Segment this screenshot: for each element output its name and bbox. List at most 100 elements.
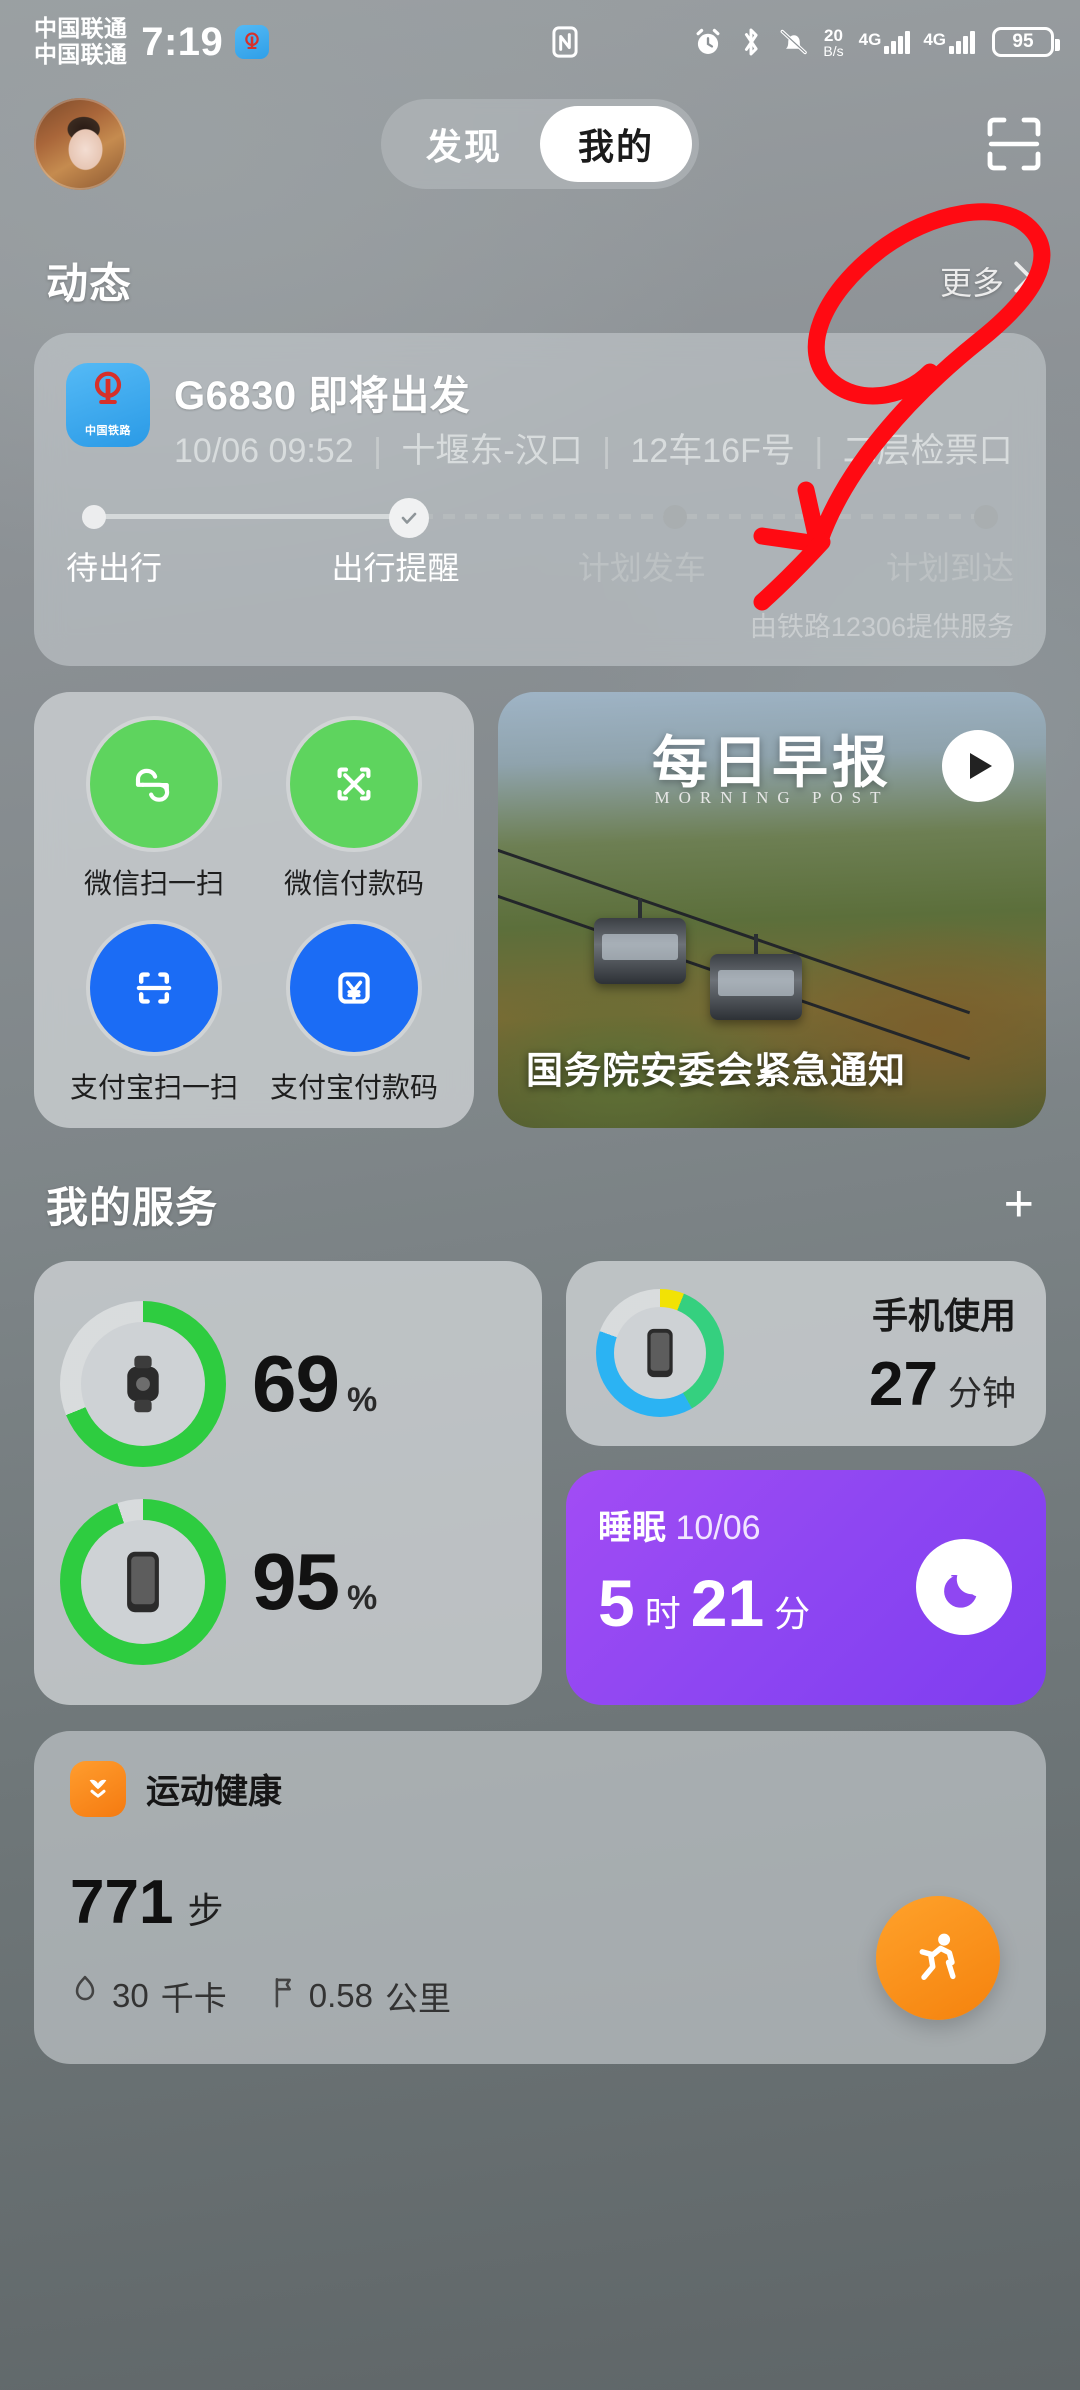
services-section-header: 我的服务 + — [34, 1174, 1046, 1235]
phone-usage-unit: 分钟 — [948, 1374, 1016, 1413]
alipay-scan-icon — [90, 923, 218, 1052]
sleep-moon-icon: z — [916, 1539, 1012, 1636]
cable-car — [594, 897, 686, 984]
status-bar-clock: 7:19 — [141, 19, 224, 64]
svg-text:z: z — [951, 1571, 958, 1586]
activity-more-button[interactable]: 更多 — [940, 258, 1034, 304]
alipay-payment-code-icon — [290, 923, 418, 1052]
sleep-hours: 5 — [598, 1565, 635, 1640]
tab-discover[interactable]: 发现 — [388, 106, 540, 182]
flag-icon — [271, 1975, 297, 2017]
timeline-dot-1 — [82, 504, 106, 529]
user-avatar[interactable] — [34, 98, 126, 190]
timeline-label-4: 计划到达 — [885, 549, 1014, 586]
activity-section-header: 动态 更多 — [0, 250, 1080, 311]
running-person-icon[interactable] — [876, 1895, 1000, 2020]
health-steps-unit: 步 — [187, 1889, 224, 1931]
train-datetime: 10/06 09:52 — [174, 432, 354, 470]
train-route: 十堰东-汉口 — [401, 432, 583, 470]
sleep-hours-unit: 时 — [644, 1592, 681, 1634]
timeline-label-1: 待出行 — [66, 549, 163, 586]
battery-indicator: 95 — [992, 27, 1060, 57]
play-icon[interactable] — [942, 729, 1014, 802]
shortcut-alipay-pay[interactable]: 支付宝付款码 — [254, 923, 454, 1106]
sleep-date: 10/06 — [675, 1508, 761, 1547]
bell-muted-icon — [778, 26, 810, 58]
timeline-label-2: 出行提醒 — [331, 549, 460, 586]
health-distance: 0.58 公里 — [271, 1972, 451, 2020]
shortcut-wechat-pay[interactable]: 微信付款码 — [254, 719, 454, 902]
railway-icon-caption: 中国铁路 — [85, 424, 131, 437]
activity-more-label: 更多 — [939, 264, 1004, 301]
top-bar: 发现 我的 — [0, 84, 1080, 204]
timeline-label-3: 计划发车 — [577, 549, 706, 586]
shortcuts-card: 微信扫一扫 微信付款码 支付宝扫一扫 支付宝付款码 — [34, 691, 474, 1128]
health-calories: 30 千卡 — [70, 1972, 227, 2020]
sleep-label: 睡眠 — [598, 1508, 666, 1547]
train-progress-timeline — [66, 497, 1014, 538]
train-sep-2: | — [602, 432, 611, 470]
sleep-card[interactable]: 睡眠 10/06 5 时 21 分 z — [566, 1469, 1046, 1705]
battery-widget-card[interactable]: 69 % 95 % — [34, 1260, 542, 1705]
timeline-dot-3 — [663, 504, 688, 529]
news-headline: 国务院安委会紧急通知 — [526, 1049, 906, 1091]
watch-battery-row: 69 % — [34, 1285, 542, 1483]
nfc-icon — [550, 26, 580, 58]
shortcut-wechat-scan[interactable]: 微信扫一扫 — [54, 719, 254, 902]
shortcut-label: 支付宝付款码 — [269, 1071, 438, 1103]
health-app-name: 运动健康 — [146, 1773, 282, 1812]
plus-icon[interactable]: + — [1004, 1178, 1034, 1230]
timeline-check-2 — [388, 497, 429, 538]
watch-battery-value: 69 — [252, 1338, 340, 1428]
train-provider-note: 由铁路12306提供服务 — [749, 611, 1014, 642]
health-distance-unit: 公里 — [384, 1979, 451, 2017]
health-calories-value: 30 — [112, 1976, 149, 2014]
news-card[interactable]: 每日早报 MORNING POST 国务院安委会紧急通知 — [498, 691, 1046, 1128]
train-sep-1: | — [373, 432, 382, 470]
carrier-sim1: 中国联通 — [34, 15, 128, 42]
sleep-minutes-unit: 分 — [774, 1592, 811, 1634]
cable-car — [710, 933, 802, 1020]
health-card[interactable]: 运动健康 771 步 30 千卡 0.58 公里 — [34, 1730, 1046, 2064]
watch-battery-unit: % — [346, 1380, 378, 1419]
network-type-1: 4G — [858, 30, 882, 49]
carrier-sim2: 中国联通 — [34, 41, 128, 67]
train-details: 10/06 09:52 | 十堰东-汉口 | 12车16F号 | 二层检票口 — [174, 429, 1014, 475]
network-speed: 20 B/s — [823, 25, 844, 59]
railway-12306-icon — [235, 25, 270, 59]
tab-mine[interactable]: 我的 — [540, 106, 692, 182]
phone-usage-ring — [596, 1289, 724, 1418]
shortcut-label: 微信付款码 — [283, 867, 424, 899]
bluetooth-icon — [737, 26, 765, 58]
train-status-card[interactable]: 中国铁路 G6830 即将出发 10/06 09:52 | 十堰东-汉口 | 1… — [34, 333, 1046, 666]
train-seat: 12车16F号 — [630, 432, 795, 470]
services-title: 我的服务 — [46, 1183, 219, 1231]
health-calories-unit: 千卡 — [160, 1979, 227, 2017]
huawei-health-icon — [70, 1760, 126, 1817]
flame-icon — [70, 1975, 100, 2017]
watch-icon — [81, 1321, 205, 1446]
timeline-dot-4 — [974, 504, 998, 529]
phone-usage-card[interactable]: 手机使用 27 分钟 — [566, 1260, 1046, 1446]
chevron-right-icon — [1012, 260, 1034, 302]
train-sep-3: | — [814, 432, 824, 470]
phone-battery-value: 95 — [252, 1536, 340, 1626]
phone-icon — [81, 1519, 205, 1644]
shortcut-label: 微信扫一扫 — [83, 867, 224, 899]
phone-usage-value: 27 — [869, 1349, 938, 1419]
train-title: G6830 即将出发 — [174, 374, 471, 418]
health-distance-value: 0.58 — [308, 1976, 373, 2014]
signal-bars-1 — [884, 30, 911, 54]
shortcut-alipay-scan[interactable]: 支付宝扫一扫 — [54, 923, 254, 1106]
carrier-labels: 中国联通 中国联通 — [34, 15, 128, 68]
phone-usage-title: 手机使用 — [871, 1294, 1016, 1336]
activity-title: 动态 — [46, 260, 133, 307]
signal-sim1: 4G — [859, 30, 911, 54]
status-bar: 中国联通 中国联通 7:19 20 B/s 4G 4G 95 — [0, 0, 1080, 84]
status-bar-icons: 20 B/s 4G 4G 95 — [550, 25, 1060, 59]
network-type-2: 4G — [923, 30, 946, 49]
signal-sim2: 4G — [923, 30, 975, 54]
signal-bars-2 — [949, 30, 975, 54]
scan-frame-icon[interactable] — [982, 112, 1046, 176]
health-steps-value: 771 — [70, 1867, 174, 1937]
